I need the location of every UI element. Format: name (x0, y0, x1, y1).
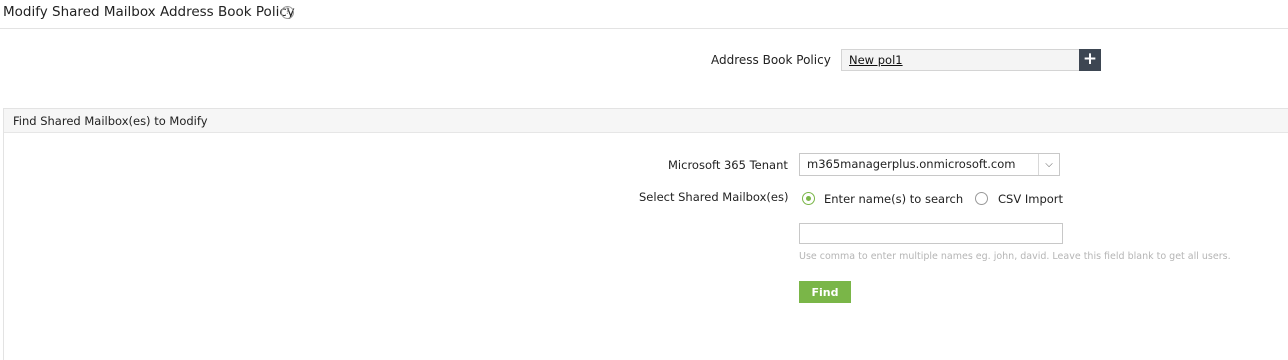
radio-enter-names[interactable] (802, 192, 815, 205)
plus-icon: + (1082, 49, 1098, 69)
add-policy-button[interactable]: + (1079, 49, 1101, 71)
page-title: Modify Shared Mailbox Address Book Polic… (3, 4, 295, 20)
help-icon[interactable]: ? (281, 6, 294, 19)
panel-title: Find Shared Mailbox(es) to Modify (13, 114, 208, 128)
chevron-down-icon[interactable]: ⌵ (1038, 154, 1059, 175)
mailbox-search-input[interactable] (799, 223, 1063, 244)
tenant-select[interactable]: m365managerplus.onmicrosoft.com ⌵ (799, 153, 1060, 176)
find-mailbox-panel: Find Shared Mailbox(es) to Modify (3, 108, 1288, 360)
search-hint: Use comma to enter multiple names eg. jo… (799, 251, 1231, 262)
find-button[interactable]: Find (799, 281, 851, 303)
address-book-policy-value[interactable]: New pol1 (849, 53, 903, 67)
radio-csv-import-label[interactable]: CSV Import (998, 192, 1063, 206)
address-book-policy-label: Address Book Policy (711, 53, 831, 67)
page-header: Modify Shared Mailbox Address Book Polic… (0, 0, 1288, 29)
panel-header: Find Shared Mailbox(es) to Modify (4, 109, 1288, 133)
tenant-value: m365managerplus.onmicrosoft.com (807, 157, 1016, 171)
address-book-policy-field[interactable]: New pol1 (841, 49, 1079, 71)
radio-enter-names-label[interactable]: Enter name(s) to search (824, 192, 963, 206)
tenant-label: Microsoft 365 Tenant (668, 158, 788, 172)
radio-csv-import[interactable] (975, 192, 988, 205)
select-mailbox-label: Select Shared Mailbox(es) (639, 190, 789, 204)
